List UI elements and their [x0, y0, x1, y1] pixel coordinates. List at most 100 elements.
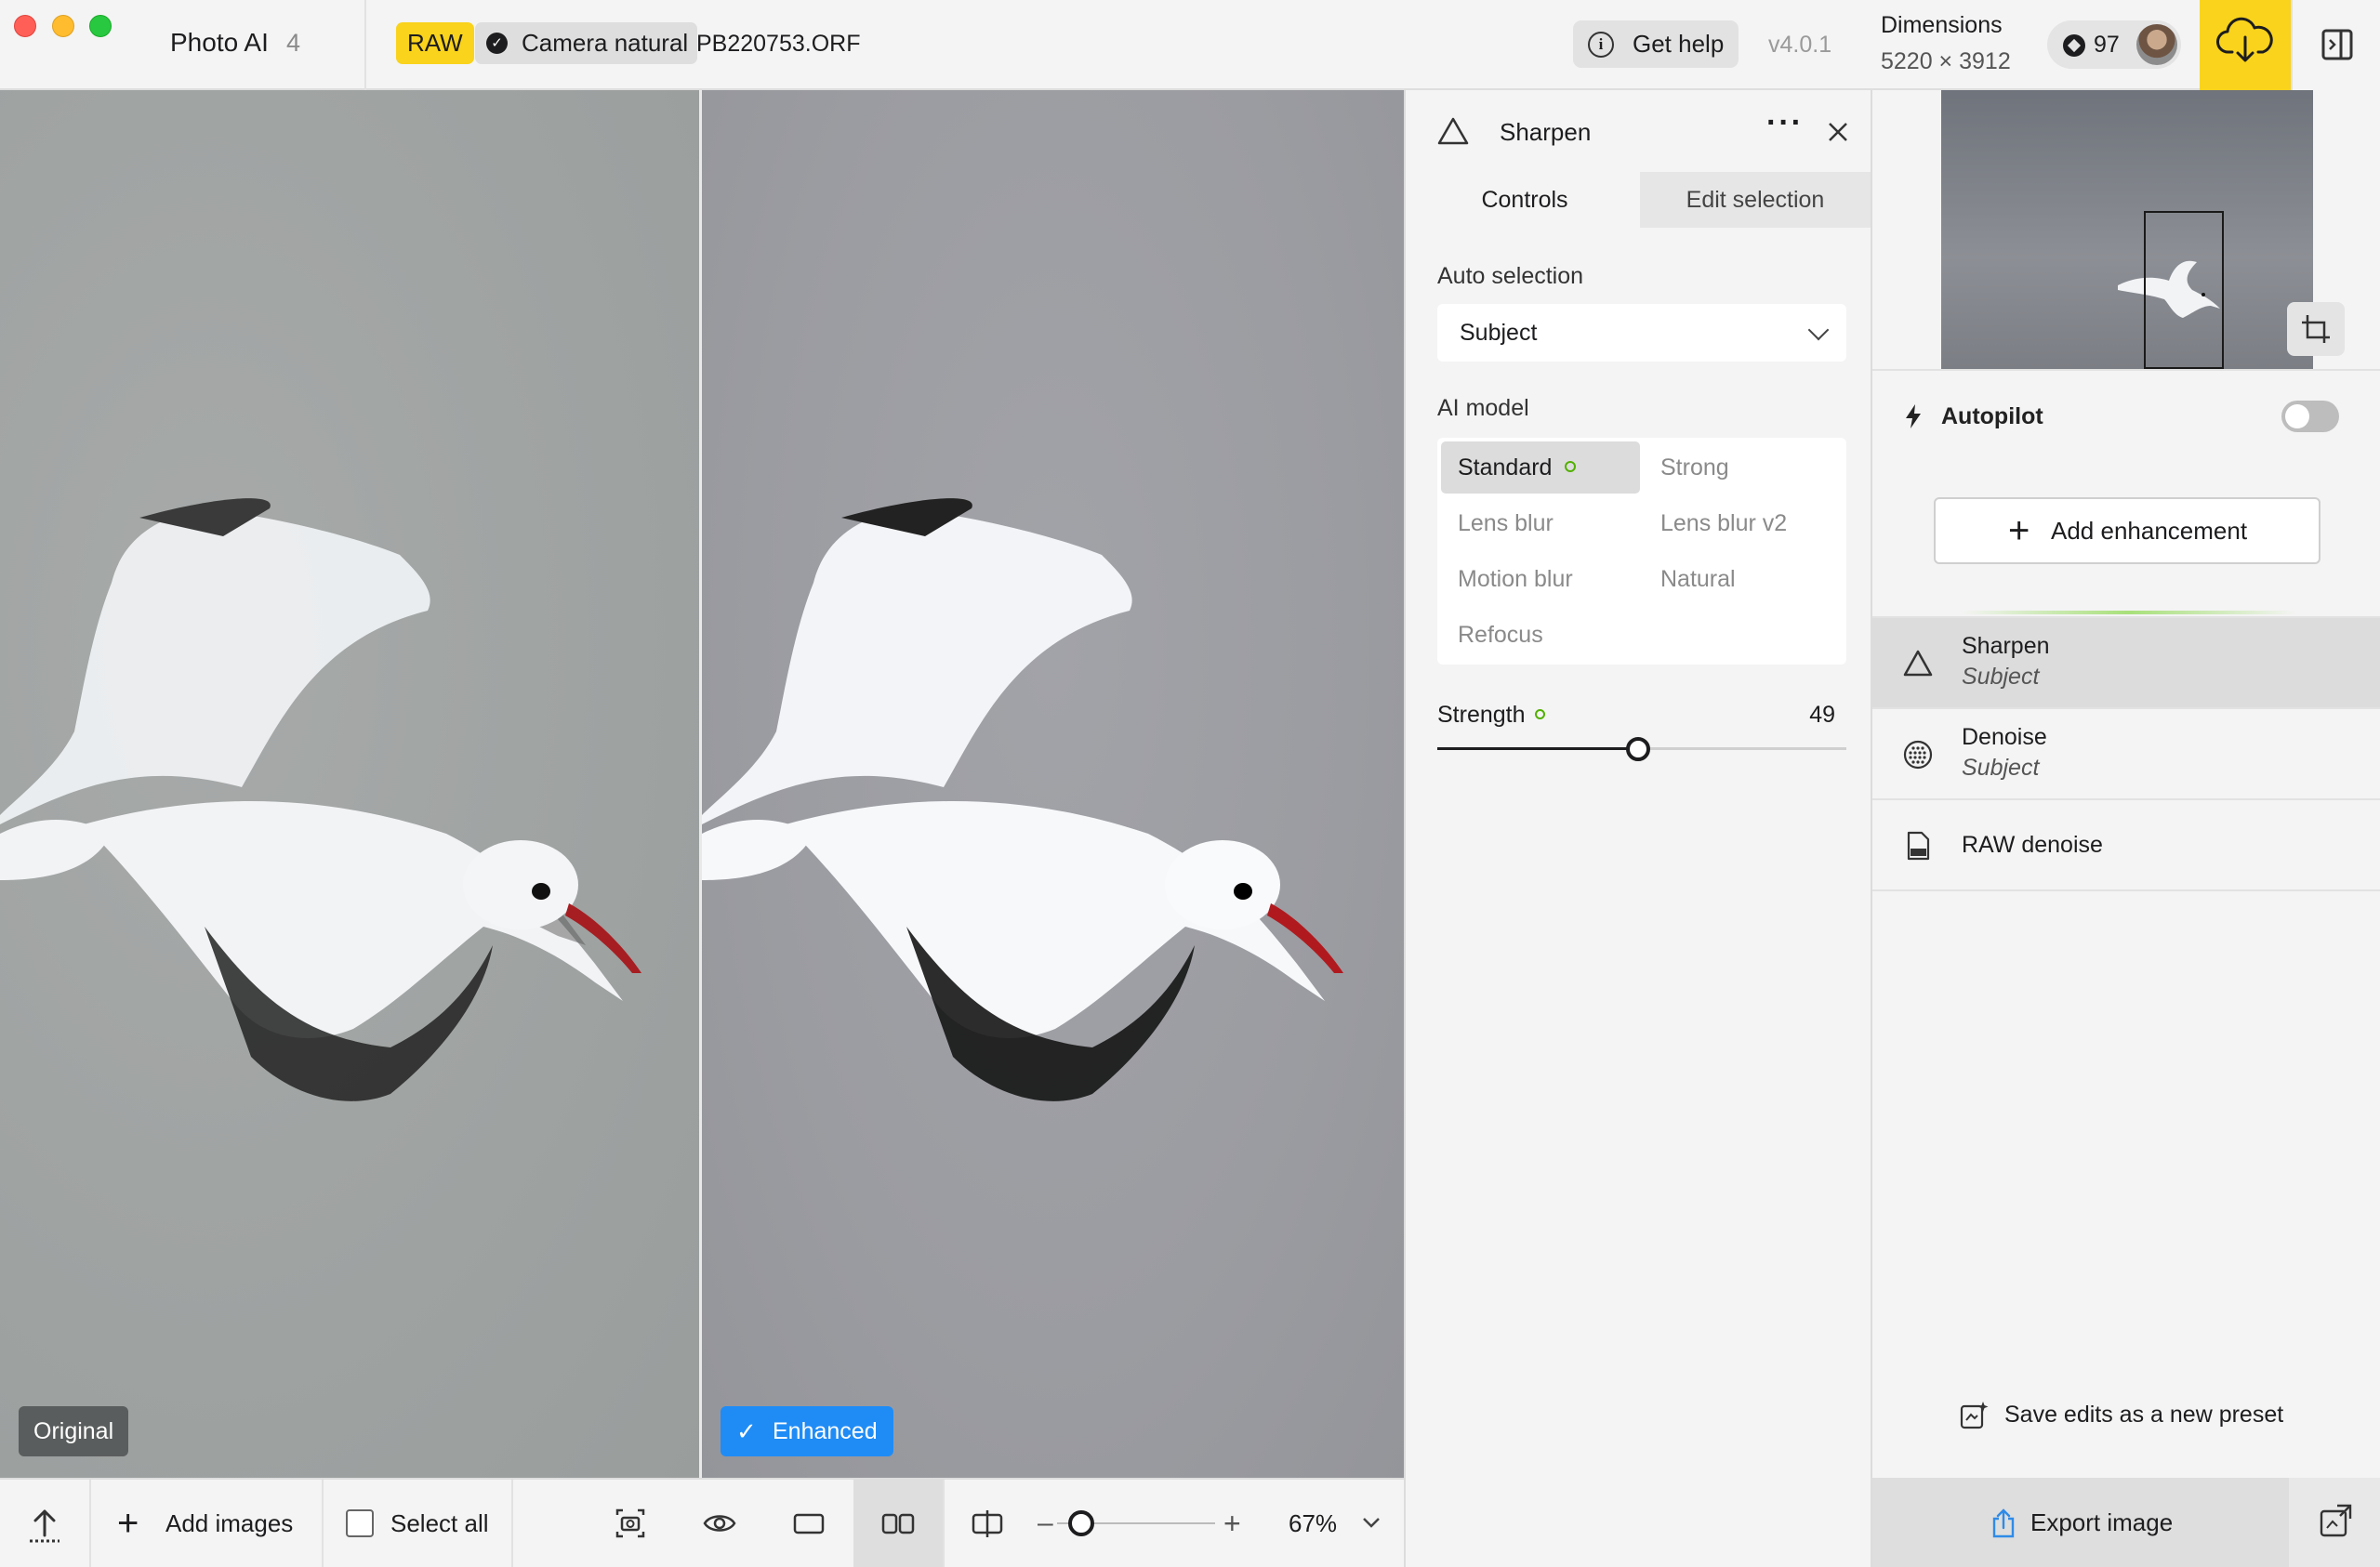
triangle-icon — [1437, 117, 1469, 145]
toggle-sidebar-button[interactable] — [2291, 0, 2380, 90]
plus-icon: + — [2008, 510, 2030, 551]
zoom-out-icon[interactable]: – — [1038, 1480, 1053, 1567]
export-settings-icon — [2320, 1504, 2352, 1537]
original-image-pane[interactable] — [0, 90, 699, 1478]
auto-selection-dropdown[interactable]: Subject — [1437, 304, 1846, 362]
divider — [511, 1480, 513, 1567]
chevron-down-icon[interactable] — [1359, 1513, 1383, 1532]
eye-icon — [703, 1515, 736, 1532]
model-option-standard[interactable]: Standard — [1441, 441, 1640, 494]
window-close-button[interactable] — [14, 15, 36, 37]
model-option-refocus[interactable]: Refocus — [1441, 609, 1640, 661]
model-option-lens-blur[interactable]: Lens blur — [1441, 497, 1640, 549]
strength-slider-knob[interactable] — [1625, 737, 1650, 761]
active-dot-icon — [1534, 708, 1545, 719]
plus-icon: + — [117, 1503, 139, 1544]
dimensions-value: 5220 × 3912 — [1881, 48, 2011, 74]
get-help-label: Get help — [1633, 30, 1725, 58]
enhancement-subject: Subject — [1962, 664, 2040, 690]
avatar — [2136, 24, 2177, 65]
upload-icon — [30, 1509, 60, 1543]
tab-controls[interactable]: Controls — [1409, 172, 1640, 228]
dimensions-label: Dimensions — [1881, 12, 2003, 38]
divider — [364, 0, 366, 90]
add-images-button[interactable]: + Add images — [117, 1480, 293, 1567]
close-icon[interactable] — [1826, 120, 1850, 144]
cloud-download-button[interactable] — [2200, 0, 2291, 90]
credits-account-button[interactable]: 97 — [2047, 20, 2181, 69]
side-by-side-view-button[interactable] — [853, 1480, 943, 1567]
add-enhancement-button[interactable]: + Add enhancement — [1934, 497, 2320, 564]
more-options-icon[interactable]: ··· — [1766, 105, 1804, 141]
enhancement-row-raw-denoise[interactable]: RAW denoise — [1872, 800, 2380, 891]
single-view-button[interactable] — [764, 1480, 853, 1567]
export-bar: Export image — [1872, 1478, 2380, 1567]
gull-photo-enhanced — [702, 498, 1343, 1101]
enhancement-name: RAW denoise — [1962, 832, 2103, 858]
window-minimize-button[interactable] — [52, 15, 74, 37]
credit-coin-icon — [2063, 34, 2085, 57]
split-view-button[interactable] — [943, 1480, 1032, 1567]
divider — [1872, 369, 2380, 371]
ai-model-grid: Standard Strong Lens blur Lens blur v2 M… — [1437, 438, 1846, 665]
navigator-thumbnail[interactable] — [1941, 90, 2313, 369]
auto-selection-value: Subject — [1460, 320, 1538, 346]
camera-profile-label: Camera natural — [522, 29, 689, 57]
get-help-button[interactable]: i Get help — [1573, 20, 1739, 68]
photo-ai-window: Photo AI 4 RAW ✓ Camera natural PB220753… — [0, 0, 2380, 1567]
enhanced-image-pane[interactable] — [702, 90, 1404, 1478]
export-image-label: Export image — [2030, 1508, 2174, 1536]
split-view-icon — [972, 1510, 1003, 1537]
processing-glow — [1962, 611, 2296, 614]
strength-slider[interactable] — [1437, 737, 1846, 761]
check-icon: ✓ — [736, 1417, 757, 1445]
model-option-lens-blur-v2[interactable]: Lens blur v2 — [1644, 497, 1843, 549]
title-bar: Photo AI 4 RAW ✓ Camera natural PB220753… — [0, 0, 2380, 90]
panel-title: Sharpen — [1500, 118, 1592, 146]
divider — [89, 1480, 91, 1567]
divider — [322, 1480, 324, 1567]
crop-button[interactable] — [2287, 302, 2345, 356]
enhancement-row-sharpen[interactable]: Sharpen Subject — [1872, 618, 2380, 709]
app-name: Photo AI — [170, 28, 269, 57]
upload-button[interactable] — [0, 1480, 89, 1567]
preview-toggle-button[interactable] — [675, 1480, 764, 1567]
tab-edit-selection[interactable]: Edit selection — [1640, 172, 1871, 228]
save-preset-button[interactable]: Save edits as a new preset — [1958, 1396, 2283, 1433]
autopilot-label: Autopilot — [1941, 403, 2043, 429]
check-circle-icon: ✓ — [486, 33, 508, 54]
autopilot-toggle[interactable] — [2281, 401, 2339, 432]
image-viewer[interactable]: Original ✓ Enhanced — [0, 90, 1404, 1478]
info-icon: i — [1588, 32, 1614, 58]
strength-slider-fill — [1437, 747, 1638, 750]
enhancement-row-denoise[interactable]: Denoise Subject — [1872, 709, 2380, 800]
enhanced-tag[interactable]: ✓ Enhanced — [721, 1406, 893, 1456]
active-dot-icon — [1565, 461, 1577, 473]
window-zoom-button[interactable] — [89, 15, 112, 37]
snapshot-button[interactable] — [586, 1480, 675, 1567]
enhancement-subject: Subject — [1962, 755, 2040, 781]
enhanced-tag-label: Enhanced — [773, 1418, 878, 1444]
export-settings-button[interactable] — [2289, 1478, 2380, 1567]
select-all-checkbox[interactable] — [346, 1509, 374, 1537]
save-preset-label: Save edits as a new preset — [2004, 1402, 2284, 1428]
model-option-natural[interactable]: Natural — [1644, 553, 1843, 605]
raw-badge[interactable]: RAW — [396, 22, 474, 64]
camera-profile-chip[interactable]: ✓ Camera natural — [475, 22, 698, 64]
bottom-toolbar: + Add images Select all – + 67% — [0, 1478, 1404, 1567]
model-option-strong[interactable]: Strong — [1644, 441, 1843, 494]
zoom-in-icon[interactable]: + — [1223, 1480, 1241, 1567]
zoom-percent[interactable]: 67% — [1289, 1480, 1337, 1567]
zoom-slider-knob[interactable] — [1068, 1510, 1094, 1536]
single-view-icon — [793, 1513, 825, 1534]
sidebar-panel-icon — [2321, 29, 2353, 60]
add-enhancement-label: Add enhancement — [2051, 517, 2248, 545]
export-image-button[interactable]: Export image — [1872, 1478, 2287, 1567]
camera-viewfinder-icon — [615, 1508, 645, 1538]
select-all-label[interactable]: Select all — [390, 1480, 489, 1567]
original-tag: Original — [19, 1406, 129, 1456]
gull-photo-original — [0, 498, 641, 1101]
model-option-motion-blur[interactable]: Motion blur — [1441, 553, 1640, 605]
navigator-viewport-frame[interactable] — [2144, 211, 2224, 369]
triangle-icon — [1903, 650, 1933, 677]
